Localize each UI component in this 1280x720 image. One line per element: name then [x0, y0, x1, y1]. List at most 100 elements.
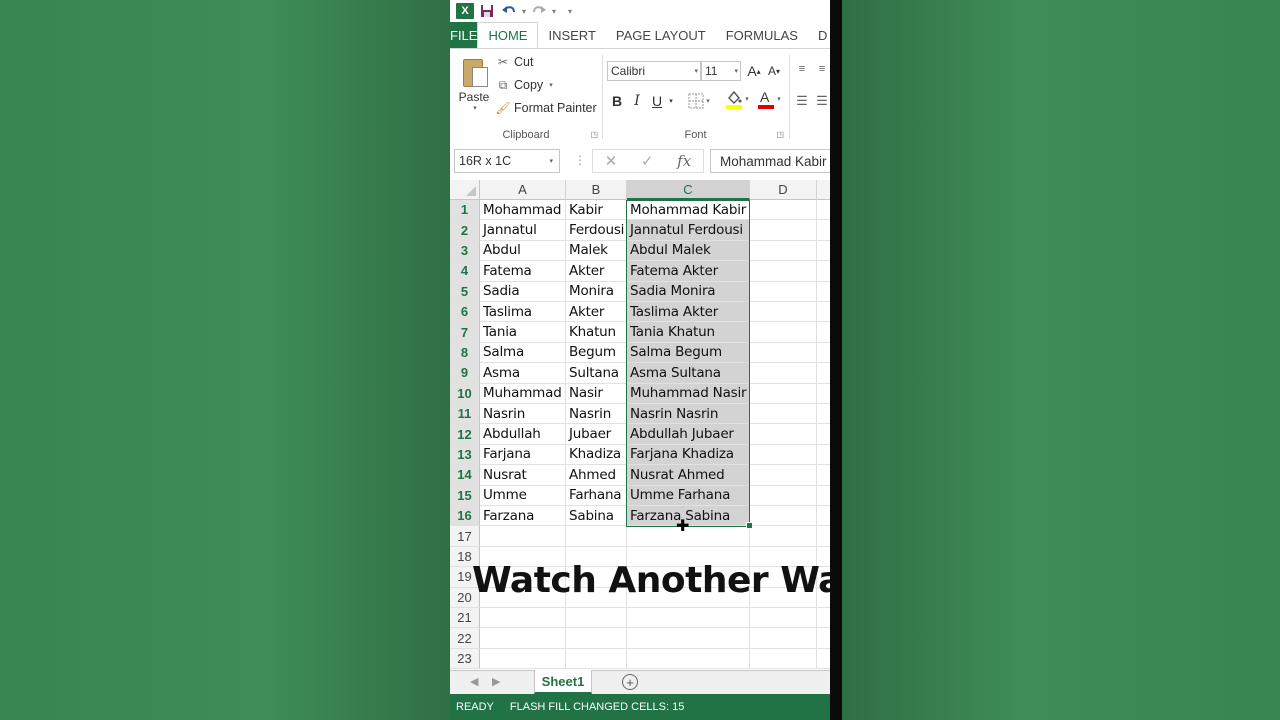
- row-header[interactable]: 21: [450, 608, 480, 629]
- column-header-d[interactable]: D: [750, 180, 817, 200]
- customize-toolbar-icon[interactable]: ▾: [568, 7, 572, 16]
- cell-a[interactable]: Nasrin: [480, 404, 566, 425]
- row-header[interactable]: 17: [450, 526, 480, 547]
- cell-a[interactable]: Abdul: [480, 240, 566, 262]
- underline-button[interactable]: U: [649, 91, 665, 111]
- row-header[interactable]: 16: [450, 506, 480, 527]
- cell-d[interactable]: [750, 342, 817, 364]
- add-sheet-icon[interactable]: +: [622, 674, 638, 690]
- cell-d[interactable]: [750, 526, 817, 547]
- cell-b[interactable]: Ahmed: [566, 465, 627, 486]
- undo-dropdown-icon[interactable]: ▾: [522, 7, 526, 16]
- cell-c[interactable]: Fatema Akter: [627, 261, 750, 282]
- worksheet-grid[interactable]: A B C D 1 Mohammad Kabir Mohammad Kabir 2 Jan…: [450, 180, 830, 670]
- fill-color-button[interactable]: ▾: [723, 89, 751, 109]
- cell-d[interactable]: [750, 608, 817, 629]
- tab-formulas[interactable]: FORMULAS: [716, 22, 808, 48]
- font-color-button[interactable]: A ▾: [755, 89, 783, 109]
- undo-icon[interactable]: [500, 2, 518, 20]
- cell-c[interactable]: [627, 628, 750, 649]
- cell-b[interactable]: Khatun: [566, 322, 627, 343]
- cell-a[interactable]: Jannatul: [480, 220, 566, 241]
- top-align-button[interactable]: ≡: [794, 59, 810, 79]
- row-header[interactable]: 14: [450, 465, 480, 486]
- cell-a[interactable]: Tania: [480, 322, 566, 343]
- cell-b[interactable]: Akter: [566, 302, 627, 323]
- cell-c[interactable]: Taslima Akter: [627, 302, 750, 323]
- cell-b[interactable]: Sabina: [566, 506, 627, 527]
- cell-c[interactable]: Nasrin Nasrin: [627, 404, 750, 425]
- cell-b[interactable]: Akter: [566, 261, 627, 282]
- row-header[interactable]: 4: [450, 261, 480, 282]
- cell-e[interactable]: [817, 220, 830, 241]
- underline-dropdown-icon[interactable]: ▾: [667, 91, 675, 111]
- cell-b[interactable]: Begum: [566, 342, 627, 364]
- paste-button[interactable]: Paste ▾: [456, 55, 492, 117]
- cell-c[interactable]: Mohammad Kabir: [627, 200, 750, 221]
- cell-b[interactable]: [566, 648, 627, 670]
- font-launcher-icon[interactable]: ◳: [776, 130, 784, 139]
- shrink-font-button[interactable]: A ▾: [765, 61, 783, 81]
- format-painter-button[interactable]: 🖌 Format Painter: [495, 101, 596, 115]
- cell-a[interactable]: Nusrat: [480, 465, 566, 486]
- cell-a[interactable]: Abdullah: [480, 424, 566, 445]
- italic-button[interactable]: I: [629, 91, 645, 111]
- row-header[interactable]: 7: [450, 322, 480, 343]
- cell-c[interactable]: Nusrat Ahmed: [627, 465, 750, 486]
- cell-d[interactable]: [750, 465, 817, 486]
- cell-e[interactable]: [817, 424, 830, 445]
- cell-e[interactable]: [817, 343, 830, 364]
- cell-a[interactable]: [480, 526, 566, 547]
- cell-a[interactable]: Mohammad: [480, 200, 566, 221]
- cell-b[interactable]: Kabir: [566, 200, 627, 221]
- row-header[interactable]: 13: [450, 444, 480, 466]
- cell-e[interactable]: [817, 486, 830, 506]
- fill-handle[interactable]: [746, 522, 753, 529]
- cell-b[interactable]: Sultana: [566, 363, 627, 384]
- column-header-e[interactable]: [817, 180, 830, 200]
- row-header[interactable]: 6: [450, 302, 480, 323]
- formula-bar-grip-icon[interactable]: ⋮: [574, 153, 586, 167]
- cell-d[interactable]: [750, 220, 817, 241]
- cell-e[interactable]: [817, 241, 830, 262]
- cell-c[interactable]: [627, 608, 750, 629]
- row-header[interactable]: 5: [450, 281, 480, 302]
- cell-d[interactable]: [750, 302, 817, 323]
- cell-b[interactable]: Nasrin: [566, 404, 627, 425]
- font-name-select[interactable]: Calibri ▾: [607, 61, 701, 81]
- cell-e[interactable]: [817, 322, 830, 343]
- cell-c[interactable]: Sadia Monira: [627, 281, 750, 302]
- cell-d[interactable]: [750, 322, 817, 343]
- cell-a[interactable]: Taslima: [480, 302, 566, 323]
- bold-button[interactable]: B: [609, 91, 625, 111]
- cell-b[interactable]: [566, 628, 627, 649]
- cell-b[interactable]: Nasir: [566, 383, 627, 404]
- cell-b[interactable]: Malek: [566, 240, 627, 262]
- grow-font-button[interactable]: A ▴: [745, 61, 763, 81]
- sheet-tab-sheet1[interactable]: Sheet1: [534, 670, 592, 694]
- row-header[interactable]: 11: [450, 404, 480, 425]
- cell-d[interactable]: [750, 506, 817, 527]
- row-header[interactable]: 12: [450, 424, 480, 445]
- cut-button[interactable]: ✂ Cut: [496, 55, 533, 69]
- cell-a[interactable]: Fatema: [480, 261, 566, 282]
- row-header[interactable]: 15: [450, 485, 480, 506]
- cell-a[interactable]: Farzana: [480, 506, 566, 527]
- cell-e[interactable]: [817, 526, 830, 547]
- cell-b[interactable]: Jubaer: [566, 424, 627, 445]
- cell-c[interactable]: Salma Begum: [627, 342, 750, 364]
- cell-e[interactable]: [817, 608, 830, 629]
- tab-data[interactable]: D: [808, 22, 830, 48]
- cell-a[interactable]: Muhammad: [480, 383, 566, 404]
- cell-e[interactable]: [817, 649, 830, 670]
- cell-c[interactable]: Umme Farhana: [627, 485, 750, 506]
- borders-button[interactable]: ▾: [685, 91, 713, 111]
- column-header-a[interactable]: A: [480, 180, 566, 200]
- cell-c[interactable]: Jannatul Ferdousi: [627, 220, 750, 241]
- cell-d[interactable]: [750, 281, 817, 302]
- cell-c[interactable]: Tania Khatun: [627, 322, 750, 343]
- cell-e[interactable]: [817, 404, 830, 425]
- cell-b[interactable]: Monira: [566, 281, 627, 302]
- redo-dropdown-icon[interactable]: ▾: [552, 7, 556, 16]
- cell-c[interactable]: Asma Sultana: [627, 363, 750, 384]
